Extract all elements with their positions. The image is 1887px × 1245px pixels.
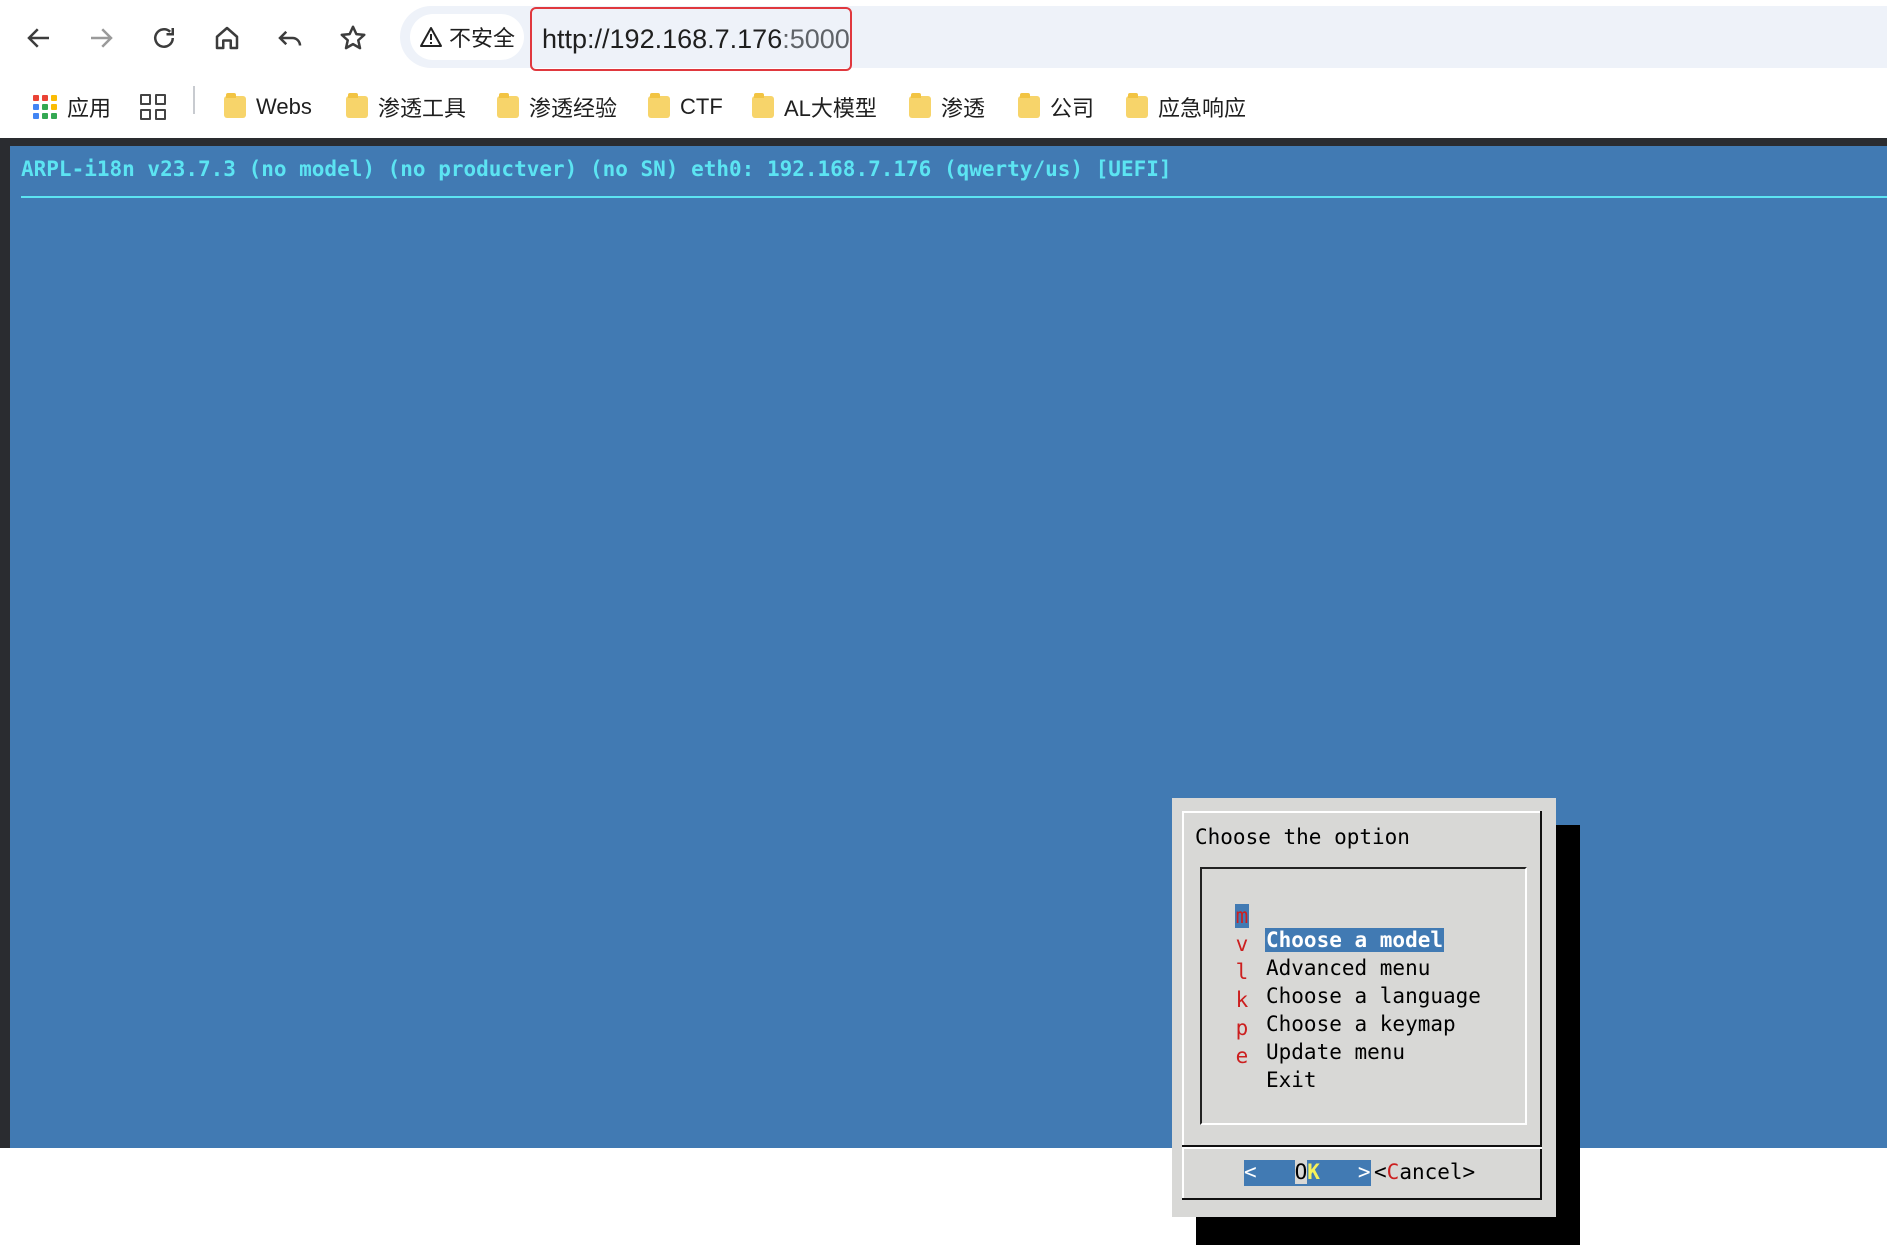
bookmark-folder-company[interactable]: 公司 [1018, 87, 1094, 127]
bookmark-label: AL大模型 [784, 96, 877, 121]
forward-button[interactable] [77, 14, 125, 62]
bookmark-folder-webs[interactable]: Webs [224, 87, 312, 127]
forward-arrow-icon [91, 28, 113, 48]
back-button[interactable] [15, 14, 63, 62]
ok-hotkey: K [1307, 1160, 1320, 1184]
cancel-label-rest: ancel [1399, 1160, 1463, 1184]
folder-icon [752, 93, 774, 118]
bookmark-label: 渗透经验 [529, 96, 618, 121]
url-input[interactable]: http://192.168.7.176:5000 [530, 7, 852, 71]
bookmark-label: 渗透 [941, 96, 986, 121]
dialog-title: Choose the option [1195, 825, 1410, 849]
bookmark-label: Webs [256, 94, 312, 119]
terminal-screen[interactable]: ARPL-i18n v23.7.3 (no model) (no product… [0, 138, 1887, 1245]
home-button[interactable] [203, 14, 251, 62]
bookmark-label: 渗透工具 [378, 96, 467, 121]
cancel-button[interactable]: <Cancel> [1374, 1160, 1475, 1186]
undo-button[interactable] [266, 14, 314, 62]
menu-item-keymap[interactable]: k Choose a keymap [1202, 964, 1456, 1036]
bookmark-folder-pentest-experience[interactable]: 渗透经验 [497, 87, 617, 127]
folder-icon [909, 93, 931, 118]
security-indicator[interactable]: 不安全 [410, 14, 524, 60]
back-arrow-icon [27, 28, 49, 48]
menu-label: Exit [1266, 1068, 1317, 1092]
bookmark-folder-ctf[interactable]: CTF [648, 87, 723, 127]
folder-icon [648, 93, 670, 118]
bookmark-star-button[interactable] [329, 14, 377, 62]
dialog-separator [1182, 1145, 1542, 1149]
menu-item-choose-model[interactable]: m Choose a model [1202, 880, 1445, 952]
ok-bracket-left: < [1244, 1160, 1257, 1184]
bookmark-label: CTF [680, 94, 723, 119]
folder-icon [346, 93, 368, 118]
menu-dialog: Choose the option m Choose a model v Adv… [1172, 798, 1556, 1217]
backtitle: ARPL-i18n v23.7.3 (no model) (no product… [21, 157, 1172, 181]
menu-item-exit[interactable]: e Exit [1202, 1020, 1317, 1092]
url-port: :5000 [782, 23, 850, 54]
bookmark-folder-pentest-tools[interactable]: 渗透工具 [346, 87, 466, 127]
folder-icon [1018, 93, 1040, 118]
ok-bracket-right: > [1357, 1160, 1371, 1184]
cancel-bracket-left: < [1374, 1160, 1387, 1184]
security-label: 不安全 [448, 26, 515, 51]
backtitle-underline [21, 196, 1887, 198]
bookmark-folder-pentest[interactable]: 渗透 [909, 87, 985, 127]
menu-item-update[interactable]: p Update menu [1202, 992, 1405, 1064]
folder-icon [224, 93, 246, 118]
bookmark-label: 应急响应 [1158, 96, 1247, 121]
undo-icon [278, 30, 302, 46]
home-icon [215, 26, 239, 50]
bookmark-folder-incident-response[interactable]: 应急响应 [1126, 87, 1246, 127]
cancel-bracket-right: > [1462, 1160, 1476, 1184]
browser-toolbar: 不安全 http://192.168.7.176:5000 [0, 0, 1887, 75]
url-host: http://192.168.7.176 [542, 23, 783, 54]
bookmark-folders: Webs 渗透工具 渗透经验 CTF AL大模型 渗透 公司 应急响应 [0, 75, 1887, 137]
menu-list: m Choose a model v Advanced menu l Choos… [1200, 867, 1527, 1125]
bookmark-folder-ai-models[interactable]: AL大模型 [752, 87, 877, 127]
reload-button[interactable] [140, 14, 188, 62]
cancel-hotkey: C [1386, 1160, 1400, 1184]
star-icon [340, 25, 366, 50]
folder-icon [1126, 93, 1148, 118]
ok-button[interactable]: < OK > [1244, 1160, 1371, 1186]
menu-item-advanced[interactable]: v Advanced menu [1202, 908, 1431, 980]
ok-cursor-letter: O [1294, 1160, 1308, 1184]
bookmark-label: 公司 [1050, 96, 1095, 121]
warning-icon [419, 27, 442, 47]
menu-hotkey: e [1235, 1044, 1249, 1068]
menu-item-language[interactable]: l Choose a language [1202, 936, 1481, 1008]
folder-icon [497, 93, 519, 118]
reload-icon [154, 28, 174, 48]
